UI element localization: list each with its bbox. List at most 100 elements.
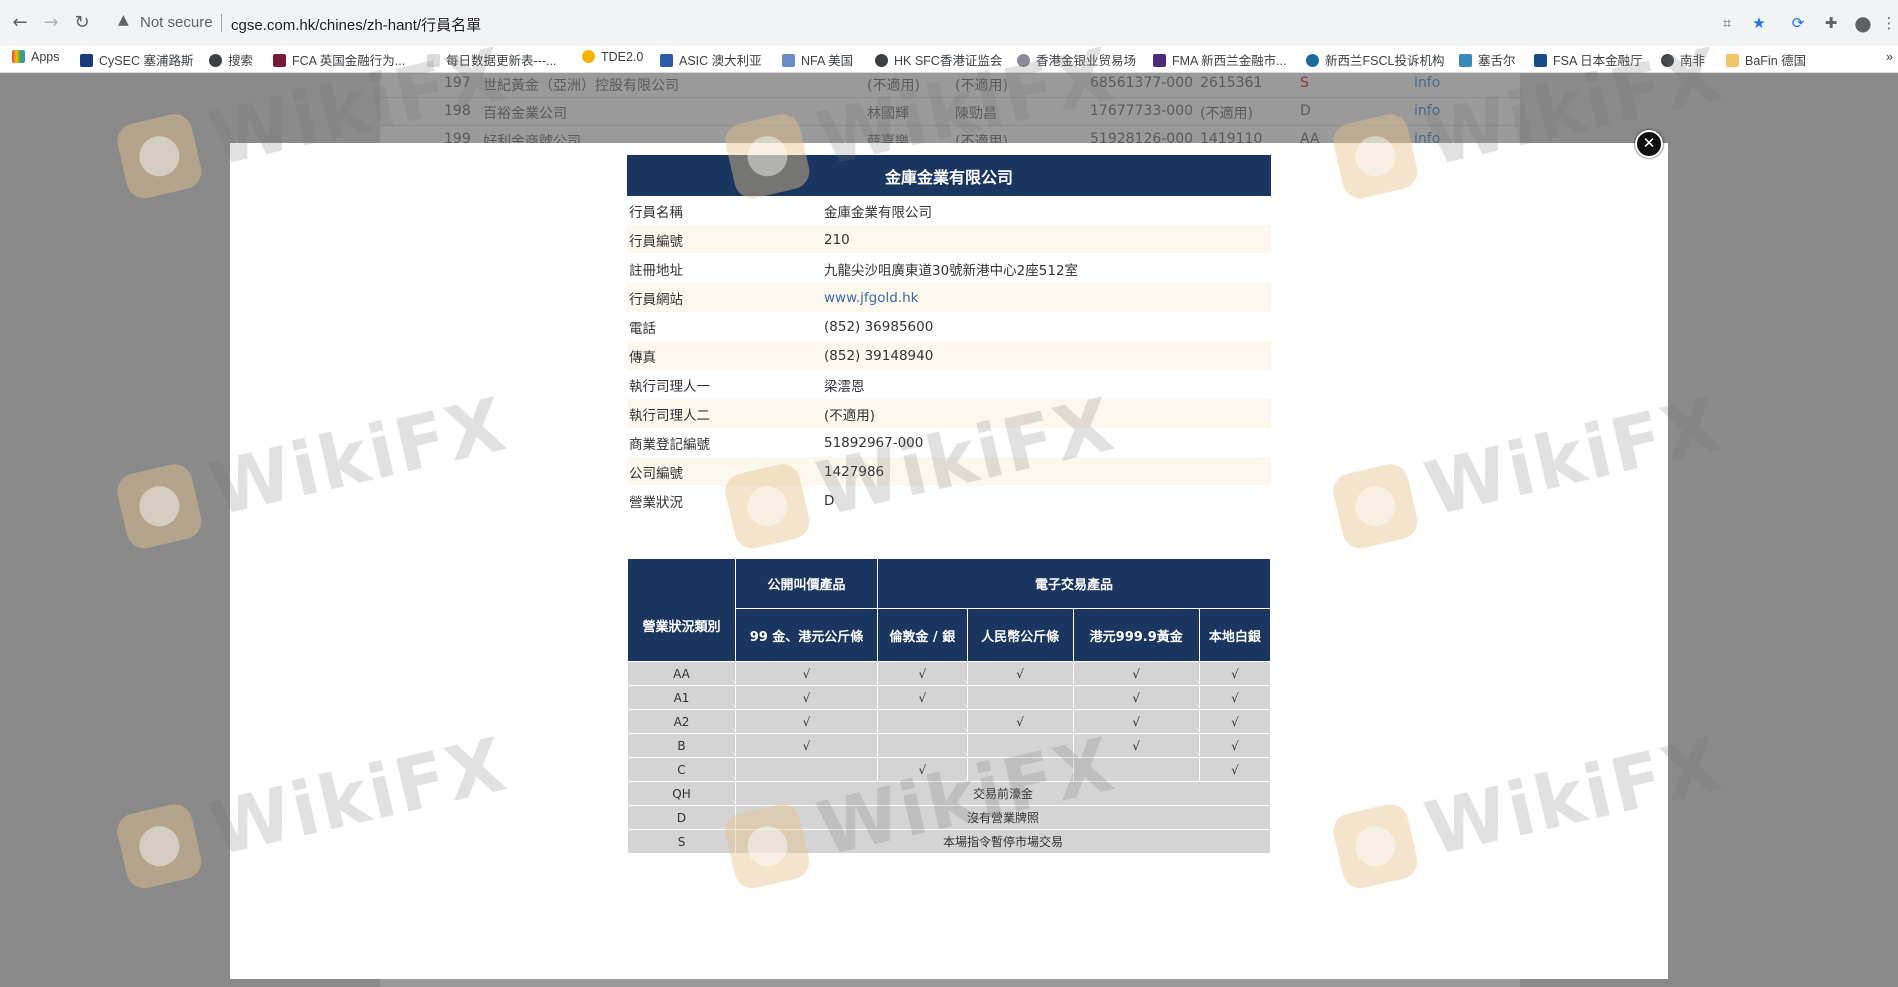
bookmark-cysec[interactable]: CySEC 塞浦路斯 — [80, 50, 193, 68]
permission-cell: √ — [1198, 709, 1272, 734]
url-text[interactable]: cgse.com.hk/chines/zh-hant/行員名單 — [231, 14, 481, 35]
public-outcry-header: 公開叫價產品 — [735, 557, 878, 610]
nfa-icon — [782, 54, 795, 67]
back-icon[interactable]: ← — [8, 11, 32, 35]
forward-icon[interactable]: → — [39, 11, 63, 35]
field-label: 行員編號 — [627, 225, 824, 254]
browser-toolbar: ← → ↻ ▲ Not secure cgse.com.hk/chines/zh… — [0, 0, 1898, 46]
address-bar[interactable]: ▲ Not secure cgse.com.hk/chines/zh-hant/… — [104, 6, 1754, 39]
tde-icon — [582, 50, 595, 63]
product-column-header: 人民幣公斤條 — [966, 608, 1074, 662]
document-icon — [427, 54, 440, 67]
bookmark-south-africa[interactable]: 南非 — [1661, 50, 1705, 68]
bookmark-search[interactable]: 搜索 — [209, 50, 253, 68]
field-label: 營業狀況 — [627, 486, 824, 515]
bookmarks-bar: Apps CySEC 塞浦路斯 搜索 FCA 英国金融行为... 每日数据更新表… — [0, 46, 1898, 72]
folder-icon — [1726, 54, 1739, 67]
field-value: D — [824, 486, 1271, 515]
row-number: 198 — [444, 103, 471, 119]
bookmark-label: Apps — [31, 50, 60, 64]
bookmark-fsa[interactable]: FSA 日本金融厅 — [1534, 50, 1643, 68]
info-row: 電話 (852) 36985600 — [627, 312, 1271, 341]
permission-cell — [966, 685, 1074, 710]
field-value: www.jfgold.hk — [824, 283, 1271, 312]
table-row: 198 百裕金業公司 林國輝 陳勁昌 17677733-000 (不適用) D … — [380, 97, 1520, 126]
watermark-logo-icon — [113, 110, 205, 202]
permission-cell: √ — [735, 685, 878, 710]
table-row: QH 交易前濠金 — [627, 781, 1271, 806]
info-row: 行員網站 www.jfgold.hk — [627, 283, 1271, 312]
bookmark-fma[interactable]: FMA 新西兰金融市... — [1153, 50, 1287, 68]
status-code: A2 — [627, 709, 736, 734]
table-row: AA √ √ √ √ √ — [627, 661, 1272, 686]
website-link[interactable]: www.jfgold.hk — [824, 290, 919, 306]
row-status: D — [1300, 103, 1311, 119]
field-label: 傳真 — [627, 341, 824, 370]
security-label: Not secure — [140, 14, 213, 31]
bookmark-star-icon[interactable]: ★ — [1748, 12, 1770, 34]
row-info-link[interactable]: info — [1414, 103, 1440, 119]
status-code: B — [627, 733, 736, 758]
permission-cell: √ — [735, 709, 878, 734]
permission-cell: √ — [1072, 685, 1200, 710]
bookmark-asic[interactable]: ASIC 澳大利亚 — [660, 50, 762, 68]
info-row: 營業狀況 D — [627, 486, 1271, 515]
row-manager-1: 林國輝 — [867, 106, 909, 122]
info-row: 行員名稱 金庫金業有限公司 — [627, 196, 1271, 225]
fsa-icon — [1534, 54, 1547, 67]
info-row: 公司編號 1427986 — [627, 457, 1271, 486]
reload-icon[interactable]: ↻ — [70, 11, 94, 35]
electronic-trading-header: 電子交易產品 — [877, 557, 1271, 610]
bookmark-label: FCA 英国金融行为... — [292, 54, 406, 68]
table-row: B √ √ √ — [627, 733, 1272, 758]
member-info-body: 行員名稱 金庫金業有限公司 行員編號 210 註冊地址 九龍尖沙咀廣東道30號新港中心2座… — [627, 196, 1271, 515]
translate-icon[interactable]: ⌗ — [1716, 12, 1738, 34]
fscl-icon — [1306, 54, 1319, 67]
status-description: 本場指令暫停市場交易 — [735, 829, 1271, 854]
permission-cell: √ — [877, 757, 968, 782]
extensions-puzzle-icon[interactable]: ✚ — [1820, 12, 1842, 34]
permission-cell: √ — [877, 685, 968, 710]
row-name: 百裕金業公司 — [483, 106, 567, 122]
row-number: 197 — [444, 75, 471, 91]
permission-cell: √ — [1198, 685, 1272, 710]
member-title: 金庫金業有限公司 — [627, 155, 1271, 196]
permission-cell — [1072, 757, 1200, 782]
row-info-link[interactable]: info — [1414, 75, 1440, 91]
permission-cell: √ — [735, 733, 878, 758]
bookmark-seychelles[interactable]: 塞舌尔 — [1459, 50, 1516, 68]
bookmark-daily-data[interactable]: 每日数据更新表---... — [427, 50, 556, 68]
product-column-header: 99 金、港元公斤條 — [735, 608, 878, 662]
category-header: 營業狀況類別 — [627, 558, 736, 662]
permission-cell: √ — [1198, 757, 1272, 782]
bookmark-nfa[interactable]: NFA 美国 — [782, 50, 853, 68]
globe-icon — [209, 54, 222, 67]
bookmarks-overflow[interactable]: » — [1886, 50, 1893, 68]
field-value: (852) 36985600 — [824, 312, 1271, 341]
permission-cell: √ — [1198, 733, 1272, 758]
close-icon[interactable]: ✕ — [1635, 130, 1663, 158]
field-label: 註冊地址 — [627, 254, 824, 283]
omnibox-divider — [221, 14, 222, 32]
status-legend-table: 營業狀況類別 公開叫價產品 電子交易產品 99 金、港元公斤條 倫敦金 / 銀人民… — [627, 557, 1272, 854]
row-br-number: 17677733-000 — [1090, 103, 1194, 119]
bookmark-cgse[interactable]: 香港金银业贸易场 — [1017, 50, 1136, 68]
extension-sync-icon[interactable]: ⟳ — [1787, 12, 1809, 34]
cgse-icon — [1017, 54, 1030, 67]
bookmark-label: TDE2.0 — [601, 50, 644, 64]
bookmark-fca[interactable]: FCA 英国金融行为... — [273, 50, 405, 68]
row-company-number: 2615361 — [1200, 75, 1263, 91]
field-value: 金庫金業有限公司 — [824, 196, 1271, 225]
bookmark-hk-sfc[interactable]: HK SFC香港证监会 — [875, 50, 1002, 68]
bookmark-bafin[interactable]: BaFin 德国 — [1726, 50, 1806, 68]
bookmark-tde[interactable]: TDE2.0 — [582, 50, 643, 68]
info-row: 行員編號 210 — [627, 225, 1271, 254]
profile-avatar-icon[interactable]: ● — [1852, 12, 1874, 34]
bookmark-apps[interactable]: Apps — [12, 50, 60, 68]
watermark-logo-icon — [113, 800, 205, 892]
menu-kebab-icon[interactable]: ⋮ — [1878, 12, 1898, 34]
status-code: C — [627, 757, 736, 782]
warning-icon: ▲ — [118, 12, 129, 28]
bookmark-fscl[interactable]: 新西兰FSCL投诉机构 — [1306, 50, 1444, 68]
asic-icon — [660, 54, 673, 67]
